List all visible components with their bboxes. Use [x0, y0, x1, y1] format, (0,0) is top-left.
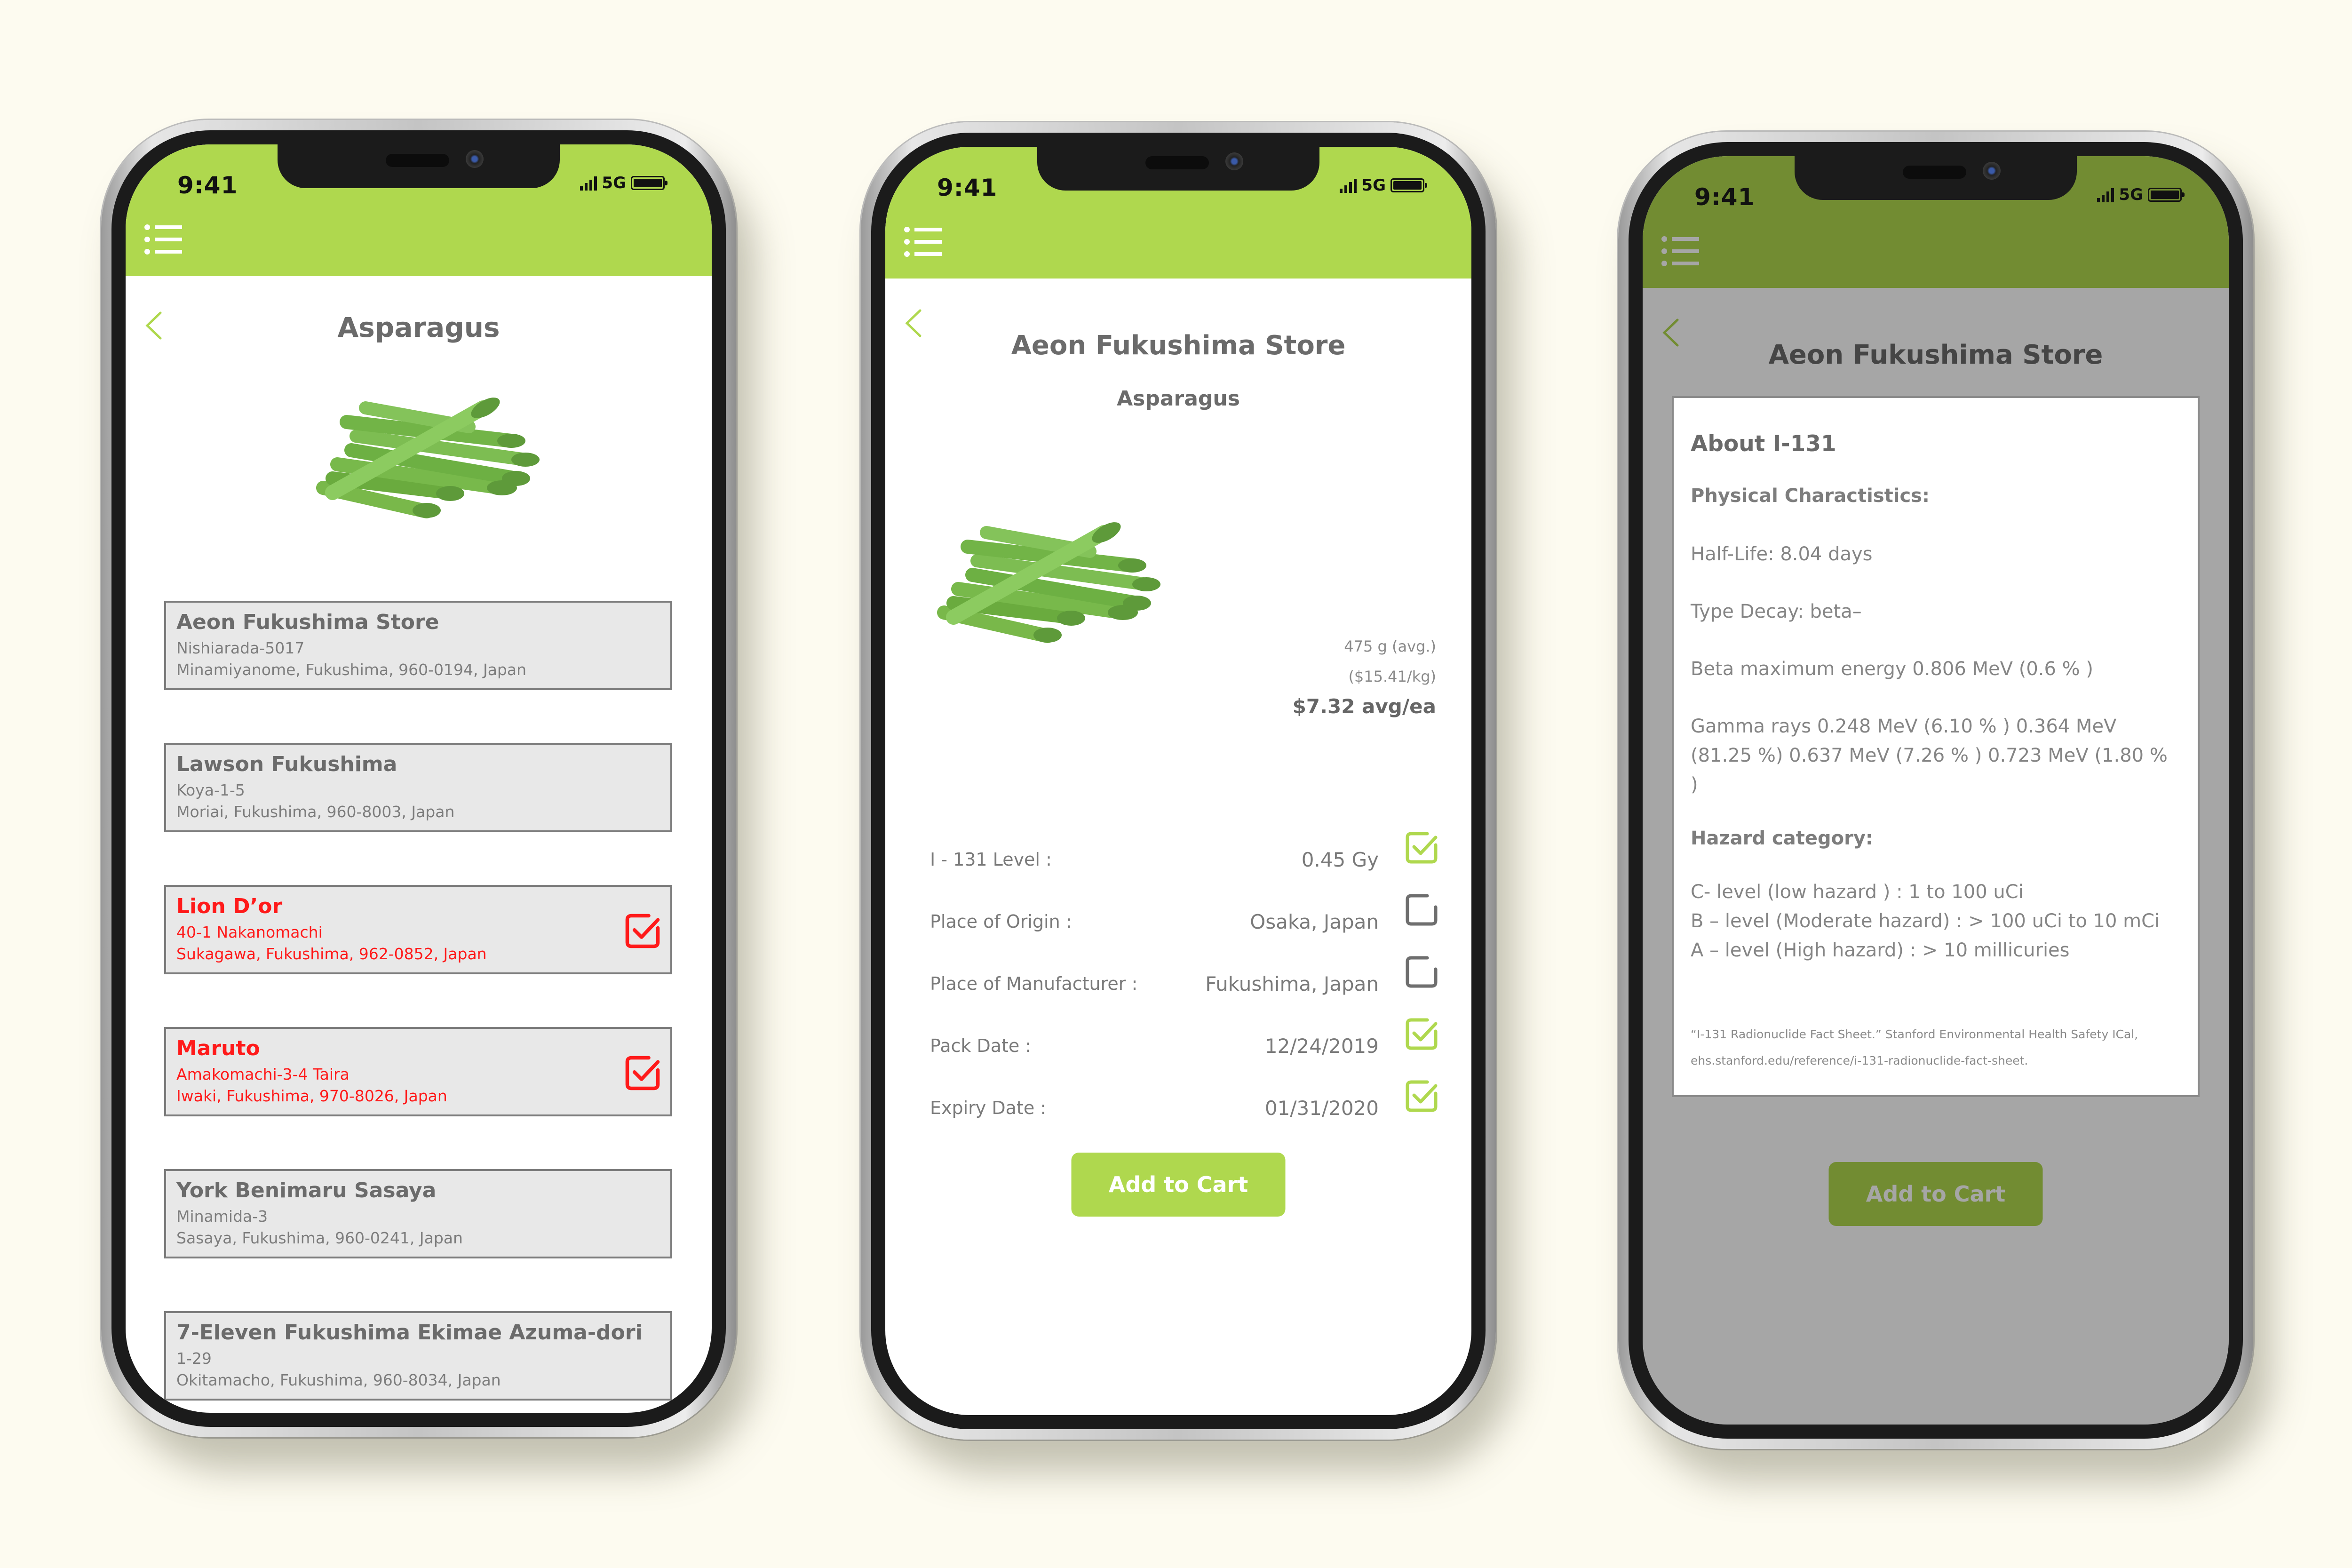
battery-icon: [1391, 178, 1427, 192]
detail-label: Place of Manufacturer :: [930, 973, 1138, 994]
store-name: York Benimaru Sasaya: [176, 1178, 437, 1202]
store-card[interactable]: Lawson Fukushima Koya-1-5 Moriai, Fukushim…: [164, 743, 672, 832]
store-address-line-2: Minamiyanome, Fukushima, 960-0194, Japan: [176, 661, 526, 679]
store-card[interactable]: 7-Eleven Fukushima Ekimae Azuma-dori 1-29…: [164, 1311, 672, 1401]
hazard-level-a: A – level (High hazard) : > 10 millicuri…: [1691, 939, 2070, 961]
notch: [278, 144, 560, 188]
status-icons: 5G: [2097, 185, 2185, 204]
speaker: [386, 154, 449, 167]
notch: [1795, 156, 2077, 200]
hazard-level-c: C- level (low hazard ) : 1 to 100 uCi: [1691, 881, 2024, 903]
status-icons: 5G: [1340, 176, 1427, 195]
detail-value: 12/24/2019: [1264, 1034, 1379, 1058]
product-subtitle: Asparagus: [1117, 387, 1240, 411]
price-per-kg: ($15.41/kg): [1348, 668, 1436, 685]
citation-line-1: “I-131 Radionuclide Fact Sheet.” Stanfor…: [1691, 1027, 2138, 1041]
screen-product-detail: 9:41 5G Aeon Fukushima Store Asparagus 4…: [885, 147, 1471, 1415]
signal-icon: [580, 175, 597, 191]
speaker: [1145, 156, 1209, 169]
asparagus-image: [925, 495, 1170, 650]
hazard-heading: Hazard category:: [1691, 828, 1873, 849]
detail-value: 01/31/2020: [1264, 1096, 1379, 1120]
citation-link[interactable]: ehs.stanford.edu/reference/i-131-radionu…: [1691, 1048, 2181, 1074]
decay-type: Type Decay: beta–: [1691, 601, 1862, 622]
detail-row: I - 131 Level : 0.45 Gy: [930, 841, 1438, 878]
page-title: Asparagus: [337, 311, 500, 343]
physical-heading: Physical Charactistics:: [1691, 485, 1930, 507]
asparagus-image: [304, 370, 549, 525]
checked-checkbox-icon[interactable]: [1405, 1017, 1438, 1051]
checked-checkbox-icon[interactable]: [624, 1055, 661, 1091]
store-card[interactable]: Aeon Fukushima Store Nishiarada-5017 Minam…: [164, 601, 672, 690]
modal-title: About I-131: [1691, 431, 1836, 457]
store-address-line-2: Sukagawa, Fukushima, 962-0852, Japan: [176, 945, 487, 963]
camera: [466, 150, 484, 168]
battery-icon: [631, 176, 667, 190]
battery-icon: [2148, 188, 2185, 202]
store-address-line-2: Iwaki, Fukushima, 970-8026, Japan: [176, 1087, 447, 1105]
phone-info-modal: 9:41 5G Aeon Fukushima Store Add to Cart…: [1618, 132, 2253, 1449]
detail-value: Osaka, Japan: [1250, 910, 1379, 933]
camera: [1225, 152, 1243, 170]
hazard-level-b: B – level (Moderate hazard) : > 100 uCi …: [1691, 910, 2160, 932]
checked-checkbox-icon[interactable]: [1405, 1079, 1438, 1113]
unchecked-checkbox-icon[interactable]: [1405, 893, 1438, 927]
add-to-cart-button[interactable]: Add to Cart: [1071, 1153, 1286, 1217]
speaker: [1903, 166, 1966, 179]
price-block: 475 g (avg.) ($15.41/kg) $7.32 avg/ea: [1293, 631, 1436, 722]
hazard-levels: C- level (low hazard ) : 1 to 100 uCi B …: [1691, 877, 2181, 965]
store-name: Lawson Fukushima: [176, 752, 397, 776]
detail-row: Expiry Date : 01/31/2020: [930, 1089, 1438, 1127]
checked-checkbox-icon[interactable]: [1405, 831, 1438, 865]
store-card[interactable]: Lion D’or 40-1 Nakanomachi Sukagawa, Fukus…: [164, 885, 672, 974]
store-card[interactable]: Maruto Amakomachi-3-4 Taira Iwaki, Fukushi…: [164, 1027, 672, 1116]
detail-row: Place of Manufacturer : Fukushima, Japan: [930, 965, 1438, 1003]
network-label: 5G: [1361, 176, 1386, 195]
store-address-line-2: Okitamacho, Fukushima, 960-8034, Japan: [176, 1371, 501, 1389]
detail-label: Place of Origin :: [930, 911, 1072, 932]
status-time: 9:41: [177, 172, 238, 199]
checked-checkbox-icon[interactable]: [624, 913, 661, 949]
detail-value: 0.45 Gy: [1301, 848, 1379, 871]
detail-row: Place of Origin : Osaka, Japan: [930, 903, 1438, 940]
store-name: Lion D’or: [176, 894, 283, 918]
detail-label: I - 131 Level :: [930, 849, 1052, 870]
citation: “I-131 Radionuclide Fact Sheet.” Stanfor…: [1691, 1021, 2181, 1074]
beta-energy: Beta maximum energy 0.806 MeV (0.6 % ): [1691, 658, 2093, 680]
status-icons: 5G: [580, 174, 667, 192]
status-time: 9:41: [1694, 183, 1755, 211]
store-card[interactable]: York Benimaru Sasaya Minamida-3 Sasaya, Fu…: [164, 1169, 672, 1258]
phone-product-detail: 9:41 5G Aeon Fukushima Store Asparagus 4…: [861, 122, 1496, 1440]
gamma-rays: Gamma rays 0.248 MeV (6.10 % ) 0.364 MeV…: [1691, 716, 2168, 796]
screen-store-list: 9:41 5G Asparagus Aeon Fukushima Store Ni…: [126, 144, 712, 1413]
menu-icon[interactable]: [904, 227, 942, 260]
menu-icon[interactable]: [144, 224, 182, 257]
store-name: 7-Eleven Fukushima Ekimae Azuma-dori: [176, 1321, 643, 1345]
phone-store-list: 9:41 5G Asparagus Aeon Fukushima Store Ni…: [101, 120, 736, 1437]
half-life: Half-Life: 8.04 days: [1691, 543, 1873, 565]
detail-label: Pack Date :: [930, 1035, 1032, 1056]
store-name: Aeon Fukushima Store: [176, 610, 439, 634]
network-label: 5G: [602, 174, 626, 192]
status-time: 9:41: [937, 174, 998, 201]
signal-icon: [1340, 178, 1357, 193]
store-address-line-2: Moriai, Fukushima, 960-8003, Japan: [176, 803, 455, 821]
signal-icon: [2097, 187, 2114, 202]
notch: [1037, 147, 1319, 191]
camera: [1983, 162, 2001, 180]
price-each: $7.32 avg/ea: [1292, 695, 1436, 718]
detail-value: Fukushima, Japan: [1205, 972, 1379, 995]
network-label: 5G: [2119, 185, 2143, 204]
i131-info-modal: About I-131 Physical Charactistics: Half…: [1672, 396, 2200, 1097]
store-title: Aeon Fukushima Store: [1011, 330, 1346, 361]
unchecked-checkbox-icon[interactable]: [1405, 955, 1438, 989]
store-address-line-2: Sasaya, Fukushima, 960-0241, Japan: [176, 1229, 463, 1247]
detail-row: Pack Date : 12/24/2019: [930, 1027, 1438, 1065]
average-weight: 475 g (avg.): [1344, 637, 1436, 655]
detail-label: Expiry Date :: [930, 1098, 1047, 1118]
store-name: Maruto: [176, 1036, 260, 1060]
screen-info-modal: 9:41 5G Aeon Fukushima Store Add to Cart…: [1643, 156, 2229, 1425]
